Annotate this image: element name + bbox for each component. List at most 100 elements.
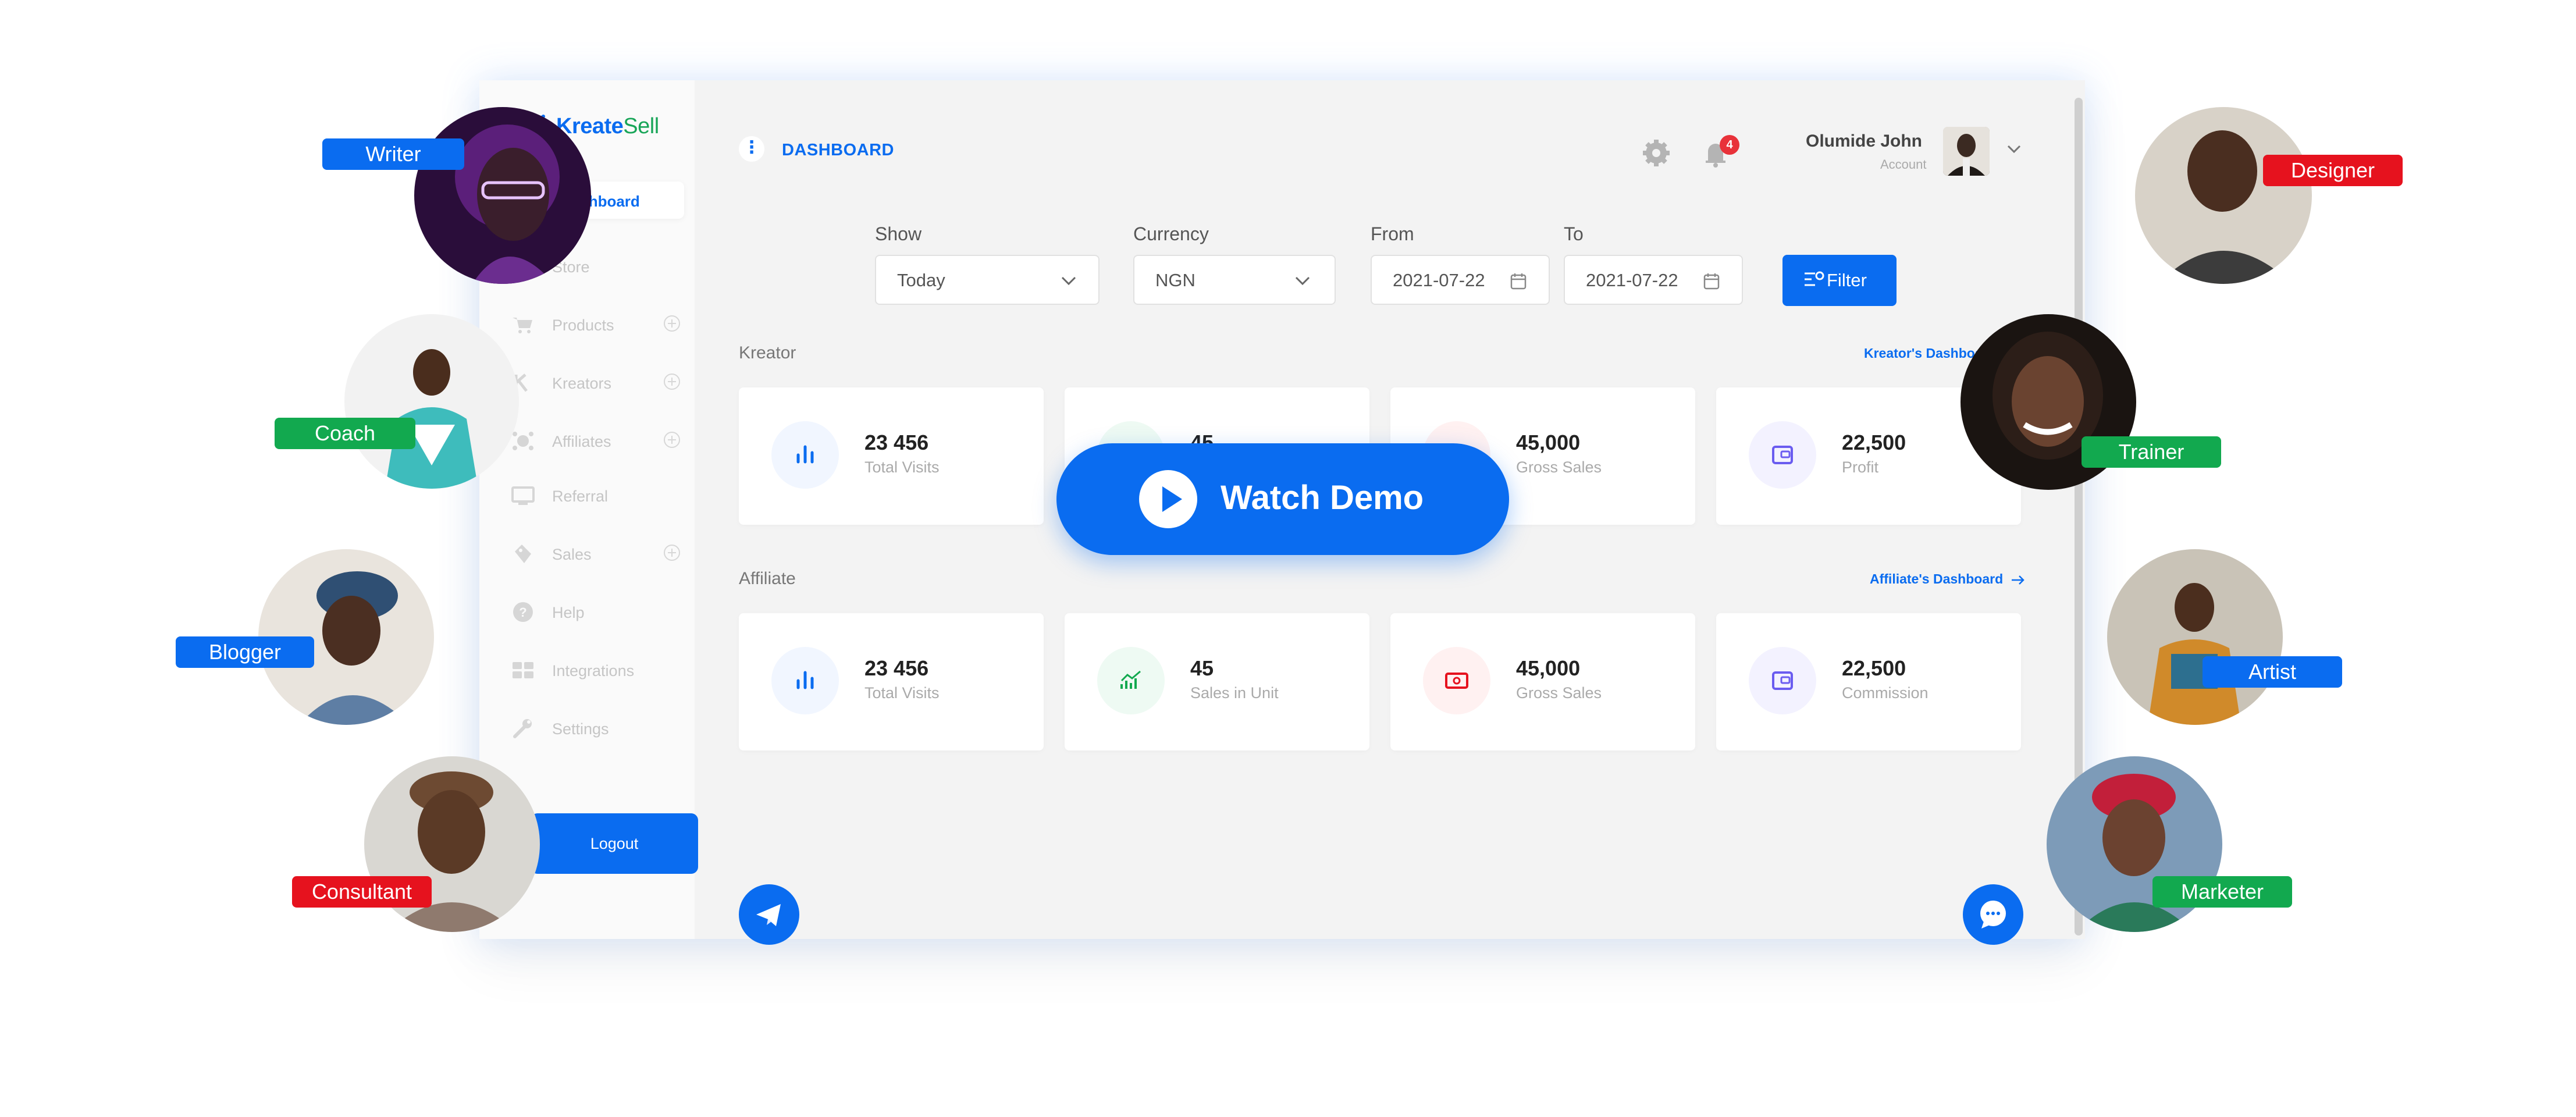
filter-icon [1805,271,1824,286]
integrations-icon [513,662,533,678]
add-kreator-icon[interactable] [664,373,680,390]
sidebar-item-label: Help [552,604,585,621]
affiliates-dashboard-link-label: Affiliate's Dashboard [1870,571,2004,586]
sidebar-item-integrations[interactable]: Integrations [511,655,680,684]
wallet-icon [1749,421,1816,489]
chevron-down-icon [1295,276,1310,286]
affiliates-dashboard-link[interactable]: Affiliate's Dashboard [1870,571,2026,587]
role-tag-blogger: Blogger [176,636,314,668]
stat-caption: Profit [1842,458,1879,476]
stat-caption: Total Visits [864,458,940,476]
sidebar-item-help[interactable]: ? Help [511,597,680,626]
sidebar-item-label: Sales [552,546,592,563]
help-icon: ? [513,602,533,622]
calendar-icon [1703,273,1720,290]
avatar-artist [2107,549,2283,725]
role-tag-artist: Artist [2203,656,2342,688]
gear-icon[interactable] [1641,137,1672,169]
telegram-icon [756,904,781,926]
role-tag-consultant: Consultant [292,876,432,908]
from-date-input[interactable]: 2021-07-22 [1371,255,1550,305]
cash-icon [1423,647,1490,714]
brand-logo[interactable]: KreateSell [556,114,659,139]
user-role: Account [1880,157,1927,172]
arrow-right-icon [2011,575,2024,585]
filter-button-label: Filter [1827,270,1867,290]
filter-button[interactable]: Filter [1782,255,1897,306]
page-title: DASHBOARD [782,141,894,159]
avatar[interactable] [1943,127,1990,176]
bar-chart-icon [771,421,839,489]
avatar-designer [2135,107,2312,284]
role-tag-coach: Coach [275,418,415,449]
stat-value: 23 456 [864,431,929,454]
sidebar-item-label: Referral [552,488,609,505]
chevron-down-icon[interactable] [2006,141,2022,157]
chevron-down-icon [1061,276,1076,286]
avatar-writer [414,107,591,284]
chat-button[interactable] [1963,884,2023,945]
add-affiliate-icon[interactable] [664,432,680,448]
stat-value: 45 [1190,656,1214,680]
watch-demo-button[interactable]: Watch Demo [1056,443,1509,555]
role-tag-trainer: Trainer [2082,436,2221,468]
from-date-value: 2021-07-22 [1393,270,1485,290]
stat-caption: Commission [1842,684,1929,702]
role-tag-designer: Designer [2263,155,2403,186]
add-product-icon[interactable] [664,315,680,332]
calendar-icon [1510,273,1527,290]
stat-caption: Sales in Unit [1190,684,1279,702]
sidebar-item-products[interactable]: Products [511,310,680,339]
cart-icon [513,318,532,333]
to-date-value: 2021-07-22 [1586,270,1678,290]
sidebar-item-label: Integrations [552,662,635,680]
to-label: To [1564,223,1584,244]
stat-card-commission: 22,500 Commission [1716,613,2021,750]
stat-card-total-visits: 23 456 Total Visits [739,613,1044,750]
role-tag-writer: Writer [322,138,464,170]
show-select[interactable]: Today [875,255,1100,305]
stat-value: 23 456 [864,656,929,680]
stat-value: 45,000 [1516,656,1581,680]
svg-text:?: ? [519,605,526,620]
telegram-button[interactable] [739,884,799,945]
currency-select[interactable]: NGN [1133,255,1336,305]
user-name[interactable]: Olumide John [1806,131,1922,151]
stat-card-sales-in-unit: 45 Sales in Unit [1065,613,1369,750]
add-sale-icon[interactable] [664,545,680,561]
watch-demo-label: Watch Demo [1221,479,1424,517]
notification-badge: 4 [1720,135,1739,155]
show-select-value: Today [897,270,945,290]
stat-caption: Total Visits [864,684,940,702]
more-vert-icon[interactable]: ⋮ [739,136,764,162]
role-tag-marketer: Marketer [2152,876,2292,908]
sales-icon [515,545,531,563]
sidebar-item-label: Products [552,316,614,334]
stat-card-gross-sales: 45,000 Gross Sales [1390,613,1695,750]
sidebar-item-settings[interactable]: Settings [511,713,680,742]
stat-value: 45,000 [1516,431,1581,454]
currency-label: Currency [1133,223,1209,244]
stat-card-total-visits: 23 456 Total Visits [739,387,1044,525]
play-icon [1139,470,1197,528]
sidebar-item-kreators[interactable]: Kreators [511,368,680,397]
sidebar-item-affiliates[interactable]: Affiliates [511,426,680,455]
sidebar-item-label: Kreators [552,375,612,392]
to-date-input[interactable]: 2021-07-22 [1564,255,1743,305]
stat-caption: Gross Sales [1516,684,1602,702]
sidebar-item-referral[interactable]: Referral [511,481,680,510]
logout-button[interactable]: Logout [531,813,698,874]
currency-select-value: NGN [1155,270,1196,290]
referral-icon [511,486,535,505]
sidebar-item-sales[interactable]: Sales [511,539,680,568]
show-label: Show [875,223,922,244]
sidebar-item-label: Affiliates [552,433,611,450]
trend-up-icon [1097,647,1165,714]
kreator-section-title: Kreator [739,343,796,362]
affiliates-icon [513,432,533,450]
stat-caption: Gross Sales [1516,458,1602,476]
stat-value: 22,500 [1842,656,1906,680]
wallet-icon [1749,647,1816,714]
avatar-coach [344,314,519,489]
wrench-icon [513,719,532,738]
